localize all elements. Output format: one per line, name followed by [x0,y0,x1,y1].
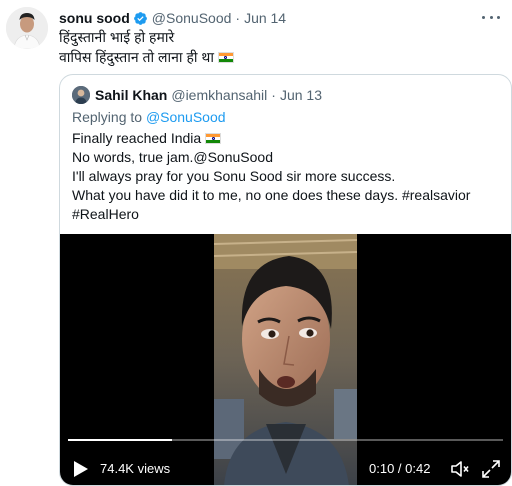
quoted-header: Sahil Khan @iemkhansahil · Jun 13 [95,86,322,104]
separator-dot: · [235,10,241,26]
quoted-text-line: #RealHero [72,206,139,222]
tweet-text-line: हिंदुस्तानी भाई हो हमारे [59,29,175,45]
more-options-icon[interactable] [482,9,500,25]
quoted-author-name[interactable]: Sahil Khan [95,87,167,103]
verified-badge-icon [133,11,148,26]
video-progress-bar[interactable] [68,439,503,441]
fullscreen-icon[interactable] [481,459,501,479]
avatar[interactable] [6,7,48,49]
india-flag-icon [217,52,234,63]
volume-icon[interactable] [450,459,470,479]
author-name[interactable]: sonu sood [59,10,130,26]
tweet-text-line: वापिस हिंदुस्तान तो लाना ही था [59,47,234,67]
view-count: 74.4K views [100,461,171,476]
author-handle[interactable]: @SonuSood [152,10,232,26]
video-controls: 74.4K views 0:10 / 0:42 [60,456,511,482]
tweet-header: sonu sood @SonuSood · Jun 14 [59,9,286,27]
video-time: 0:10 / 0:42 [369,461,431,476]
tweet[interactable]: sonu sood @SonuSood · Jun 14 हिंदुस्तानी… [0,0,512,486]
quoted-text-line: What you have did it to me, no one does … [72,187,471,203]
tweet-date[interactable]: Jun 14 [244,10,286,26]
quoted-text-line: I'll always pray for you Sonu Sood sir m… [72,168,396,184]
replying-to-label: Replying to [72,109,143,125]
video-progress-fill [68,439,173,441]
replying-to-link[interactable]: @SonuSood [146,109,226,125]
quoted-text: Finally reached India No words, true jam… [72,129,470,224]
replying-to: Replying to @SonuSood [72,109,226,125]
quoted-text-line: Finally reached India [72,129,470,148]
india-flag-icon [205,133,222,144]
quoted-tweet[interactable]: Sahil Khan @iemkhansahil · Jun 13 Replyi… [59,74,512,486]
video-player[interactable]: 74.4K views 0:10 / 0:42 [60,234,511,485]
separator-dot: · [271,87,276,103]
quoted-text-line: No words, true jam.@SonuSood [72,149,273,165]
quoted-avatar[interactable] [72,86,90,104]
play-icon[interactable] [73,460,89,478]
quoted-author-handle[interactable]: @iemkhansahil [171,87,267,103]
video-frame[interactable] [214,234,357,485]
tweet-text: हिंदुस्तानी भाई हो हमारे वापिस हिंदुस्ता… [59,27,234,67]
quoted-date[interactable]: Jun 13 [280,87,322,103]
